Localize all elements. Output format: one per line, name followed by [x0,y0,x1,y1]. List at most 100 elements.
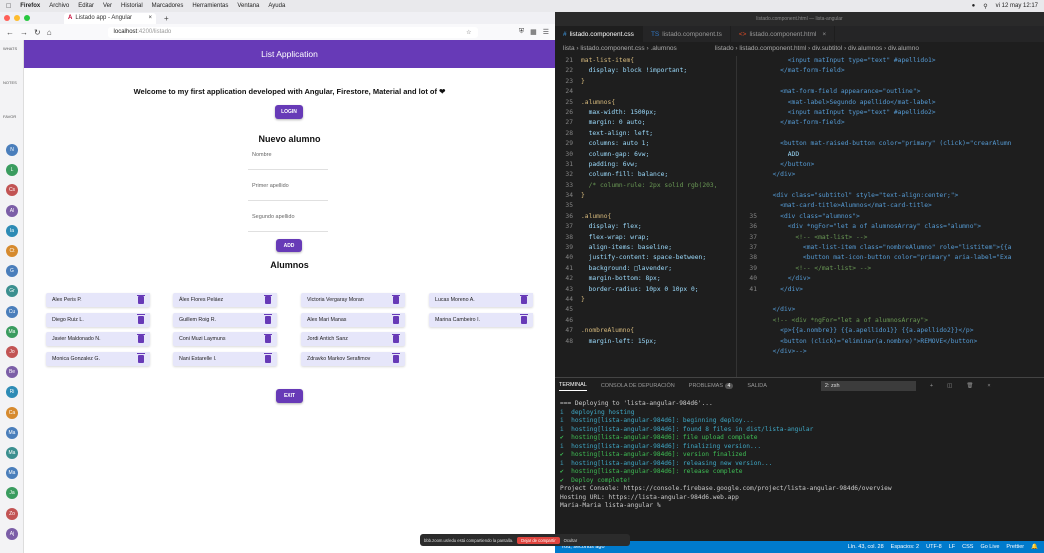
css-editor[interactable]: 21 mat-list-item{22 display: block !impor… [555,56,737,381]
delete-icon[interactable] [137,294,145,304]
primer-apellido-field[interactable]: Primer apellido [248,179,328,201]
new-tab-icon[interactable]: + [164,14,169,23]
delete-icon[interactable] [392,353,400,363]
terminal-line: Project Console: https://console.firebas… [560,485,892,492]
exit-button[interactable]: EXIT [276,389,303,403]
chat-avatar[interactable]: Cu [6,305,18,318]
menu-herramientas[interactable]: Herramientas [192,3,228,9]
close-panel-icon[interactable]: × [987,383,990,389]
status-encoding[interactable]: UTF-8 [926,544,942,550]
tab-problems[interactable]: PROBLEMAS 4 [689,383,734,389]
menu-ayuda[interactable]: Ayuda [268,3,285,9]
menu-ventana[interactable]: Ventana [237,3,259,9]
url-bar[interactable]: localhost:4200/listado ☆ [107,26,478,38]
status-position[interactable]: Lín. 43, col. 28 [848,544,884,550]
breadcrumb: lista › listado.component.css › .alumnos… [555,42,1044,54]
breadcrumb-left[interactable]: lista › listado.component.css › .alumnos [563,45,677,52]
segundo-apellido-field[interactable]: Segundo apellido [248,210,328,232]
chat-avatar[interactable]: N [6,144,18,156]
forward-icon[interactable]: → [20,28,28,37]
chat-avatar[interactable]: Ma [6,447,18,459]
chat-avatar[interactable]: Cs [6,184,18,197]
code-line: <mat-card-title>Alumnos</mat-card-title> [739,201,1044,211]
bookmark-star-icon[interactable]: ☆ [466,29,471,36]
wifi-icon[interactable]: ● [972,3,976,10]
add-terminal-icon[interactable]: + [930,383,933,389]
minimize-window-icon[interactable] [14,15,20,21]
back-icon[interactable]: ← [6,28,14,37]
tab-css[interactable]: # listado.component.css [555,26,643,42]
login-button[interactable]: LOGIN [275,105,303,119]
chat-avatar[interactable]: Zo [6,507,18,520]
kill-terminal-icon[interactable]: 🗑 [966,383,973,389]
tab-html[interactable]: <> listado.component.html × [731,26,836,42]
close-window-icon[interactable] [4,15,10,21]
bell-icon[interactable]: 🔔 [1031,544,1038,550]
chat-avatar[interactable]: Jo [6,346,18,358]
chat-avatar[interactable]: Ma [6,325,18,338]
zoom-window-icon[interactable] [24,15,30,21]
chat-avatar[interactable]: L [6,164,18,177]
html-editor[interactable]: <input matInput type="text" #apellido1> … [739,56,1044,381]
delete-icon[interactable] [264,314,272,324]
extension-icon[interactable]: ▦ [530,28,537,36]
split-terminal-icon[interactable]: ◫ [947,383,952,389]
shield-icon[interactable]: ⛨ [519,28,524,36]
delete-icon[interactable] [520,294,528,304]
status-go-live[interactable]: Go Live [980,544,999,550]
delete-icon[interactable] [137,333,145,343]
delete-icon[interactable] [392,333,400,343]
add-button[interactable]: ADD [276,239,302,252]
delete-icon[interactable] [392,314,400,324]
menu-ver[interactable]: Ver [103,3,112,9]
delete-icon[interactable] [392,294,400,304]
search-icon[interactable]: ⚲ [983,3,987,10]
chat-avatar[interactable]: Gr [6,285,18,298]
chat-avatar[interactable]: Be [6,366,18,379]
reload-icon[interactable]: ↻ [34,28,41,37]
breadcrumb-right[interactable]: listado › listado.component.html › div.s… [715,45,919,52]
chat-avatar[interactable]: Ma [6,426,18,439]
close-tab-icon[interactable]: × [148,15,152,21]
tab-debug-console[interactable]: CONSOLA DE DEPURACIÓN [601,383,675,389]
tab-terminal[interactable]: TERMINAL [559,382,587,391]
browser-tab[interactable]: A Listado app - Angular × [64,12,156,24]
chat-avatar[interactable]: Ja [6,487,18,500]
close-tab-icon[interactable]: × [822,31,826,38]
status-eol[interactable]: LF [949,544,955,550]
delete-icon[interactable] [137,353,145,363]
status-language[interactable]: CSS [962,544,973,550]
home-icon[interactable]: ⌂ [47,28,52,37]
chat-avatar[interactable]: Aj [6,527,18,540]
tab-output[interactable]: SALIDA [747,383,767,389]
hide-button[interactable]: Ocultar [564,538,578,543]
delete-icon[interactable] [520,314,528,324]
chat-avatar[interactable]: Ma [6,467,18,480]
chat-avatar[interactable]: Ca [6,406,18,419]
shell-select[interactable]: 2: zsh [820,381,916,391]
delete-icon[interactable] [264,353,272,363]
delete-icon[interactable] [137,314,145,324]
menu-historial[interactable]: Historial [121,3,143,9]
menu-archivo[interactable]: Archivo [49,3,69,9]
apple-icon[interactable]:  [6,3,11,10]
menu-icon[interactable]: ☰ [543,28,549,36]
menu-firefox[interactable]: Firefox [20,3,40,9]
delete-icon[interactable] [264,333,272,343]
stop-sharing-button[interactable]: Dejar de compartir [517,536,560,544]
chat-avatar[interactable]: G [6,265,18,278]
chat-avatar[interactable]: Al [6,204,18,217]
delete-icon[interactable] [264,294,272,304]
clock[interactable]: vi 12 may 12:17 [996,3,1038,10]
tab-ts[interactable]: TS listado.component.ts [643,26,731,42]
chat-avatar[interactable]: Ri [6,386,18,399]
status-spaces[interactable]: Espacios: 2 [891,544,919,550]
nombre-field[interactable]: Nombre [248,148,328,170]
menu-marcadores[interactable]: Marcadores [152,3,184,9]
chat-avatar[interactable]: Ia [6,224,18,237]
chat-avatar[interactable]: Ct [6,245,18,257]
terminal-output[interactable]: === Deploying to 'lista-angular-984d6'..… [555,394,1044,517]
menu-editar[interactable]: Editar [78,3,94,9]
app-toolbar: List Application [24,40,555,68]
status-prettier[interactable]: Prettier [1006,544,1024,550]
